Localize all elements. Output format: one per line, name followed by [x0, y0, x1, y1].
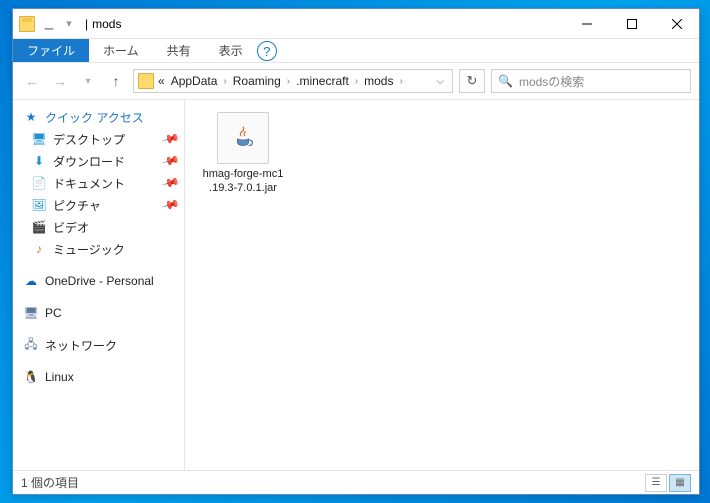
download-icon: ⬇	[31, 153, 47, 169]
recent-dropdown-icon[interactable]: ▾	[77, 70, 99, 92]
address-dropdown-icon[interactable]: ⌵	[432, 76, 448, 87]
sidebar-quick-access[interactable]: ★ クイック アクセス	[13, 106, 184, 128]
network-icon: 🖧	[23, 337, 39, 353]
explorer-body: ★ クイック アクセス 🖥 デスクトップ 📌 ⬇ ダウンロード 📌 📄 ドキュメ…	[13, 99, 699, 470]
status-bar: 1 個の項目 ☰ ▦	[13, 470, 699, 494]
tab-home[interactable]: ホーム	[89, 39, 153, 62]
sidebar-label: ピクチャ	[53, 197, 101, 214]
sidebar-label: ビデオ	[53, 219, 89, 236]
forward-button[interactable]: →	[49, 70, 71, 92]
sidebar-videos[interactable]: 🎬 ビデオ	[13, 216, 184, 238]
java-icon	[228, 123, 258, 153]
desktop-icon: 🖥	[31, 131, 47, 147]
breadcrumb-item[interactable]: AppData	[169, 74, 220, 88]
sidebar-onedrive[interactable]: ☁ OneDrive - Personal	[13, 270, 184, 292]
sidebar-label: OneDrive - Personal	[45, 274, 154, 288]
nav-bar: ← → ▾ ↑ « AppData › Roaming › .minecraft…	[13, 63, 699, 99]
close-button[interactable]	[654, 9, 699, 38]
pin-icon: 📌	[161, 129, 181, 149]
explorer-window: ▁ ▾ | mods ファイル ホーム 共有 表示 ? ← → ▾ ↑	[12, 8, 700, 495]
sidebar-desktop[interactable]: 🖥 デスクトップ 📌	[13, 128, 184, 150]
window-controls	[564, 9, 699, 38]
breadcrumb-item[interactable]: .minecraft	[294, 74, 351, 88]
linux-icon: 🐧	[23, 369, 39, 385]
folder-icon	[138, 73, 154, 89]
breadcrumb-lead[interactable]: «	[156, 74, 167, 88]
address-bar[interactable]: « AppData › Roaming › .minecraft › mods …	[133, 69, 453, 93]
pictures-icon: 🖼	[31, 197, 47, 213]
sidebar-label: デスクトップ	[53, 131, 125, 148]
up-button[interactable]: ↑	[105, 70, 127, 92]
chevron-right-icon[interactable]: ›	[285, 76, 292, 87]
sidebar-label: ダウンロード	[53, 153, 125, 170]
sidebar-pc[interactable]: 🖥 PC	[13, 302, 184, 324]
search-placeholder: modsの検索	[519, 73, 584, 90]
back-button[interactable]: ←	[21, 70, 43, 92]
qat-dropdown-icon[interactable]: ▾	[61, 16, 77, 32]
quick-access-toolbar: ▁ ▾	[41, 16, 77, 32]
ribbon-tabs: ファイル ホーム 共有 表示 ?	[13, 39, 699, 63]
sidebar-label: PC	[45, 306, 62, 320]
tab-share[interactable]: 共有	[153, 39, 205, 62]
jar-file-icon	[217, 112, 269, 164]
chevron-right-icon[interactable]: ›	[397, 76, 404, 87]
title-separator: |	[85, 17, 88, 31]
pc-icon: 🖥	[23, 305, 39, 321]
folder-icon	[19, 16, 35, 32]
sidebar-documents[interactable]: 📄 ドキュメント 📌	[13, 172, 184, 194]
pin-icon: 📌	[161, 195, 181, 215]
sidebar-linux[interactable]: 🐧 Linux	[13, 366, 184, 388]
sidebar-music[interactable]: ♪ ミュージック	[13, 238, 184, 260]
breadcrumb-item[interactable]: mods	[362, 74, 395, 88]
minimize-button[interactable]	[564, 9, 609, 38]
sidebar-label: Linux	[45, 370, 74, 384]
title-bar[interactable]: ▁ ▾ | mods	[13, 9, 699, 39]
sidebar-network[interactable]: 🖧 ネットワーク	[13, 334, 184, 356]
video-icon: 🎬	[31, 219, 47, 235]
pin-icon: 📌	[161, 151, 181, 171]
help-icon[interactable]: ?	[257, 41, 277, 61]
sidebar-pictures[interactable]: 🖼 ピクチャ 📌	[13, 194, 184, 216]
search-box[interactable]: 🔍 modsの検索	[491, 69, 691, 93]
tab-file[interactable]: ファイル	[13, 39, 89, 62]
refresh-button[interactable]: ↻	[459, 69, 485, 93]
sidebar-label: ドキュメント	[53, 175, 125, 192]
chevron-right-icon[interactable]: ›	[221, 76, 228, 87]
icons-view-button[interactable]: ▦	[669, 474, 691, 492]
qat-item[interactable]: ▁	[41, 16, 57, 32]
breadcrumb-item[interactable]: Roaming	[231, 74, 283, 88]
sidebar-label: ミュージック	[53, 241, 125, 258]
star-icon: ★	[23, 109, 39, 125]
file-item[interactable]: hmag-forge-mc1.19.3-7.0.1.jar	[197, 112, 289, 196]
maximize-button[interactable]	[609, 9, 654, 38]
search-icon: 🔍	[498, 74, 513, 88]
cloud-icon: ☁	[23, 273, 39, 289]
sidebar-label: ネットワーク	[45, 337, 117, 354]
document-icon: 📄	[31, 175, 47, 191]
view-toggles: ☰ ▦	[645, 474, 691, 492]
sidebar-downloads[interactable]: ⬇ ダウンロード 📌	[13, 150, 184, 172]
nav-pane[interactable]: ★ クイック アクセス 🖥 デスクトップ 📌 ⬇ ダウンロード 📌 📄 ドキュメ…	[13, 100, 185, 470]
sidebar-label: クイック アクセス	[45, 109, 144, 126]
chevron-right-icon[interactable]: ›	[353, 76, 360, 87]
window-title: mods	[92, 17, 121, 31]
file-list[interactable]: hmag-forge-mc1.19.3-7.0.1.jar	[185, 100, 699, 470]
music-icon: ♪	[31, 241, 47, 257]
file-name: hmag-forge-mc1.19.3-7.0.1.jar	[203, 168, 284, 196]
status-text: 1 個の項目	[21, 474, 79, 491]
tab-view[interactable]: 表示	[205, 39, 257, 62]
details-view-button[interactable]: ☰	[645, 474, 667, 492]
pin-icon: 📌	[161, 173, 181, 193]
